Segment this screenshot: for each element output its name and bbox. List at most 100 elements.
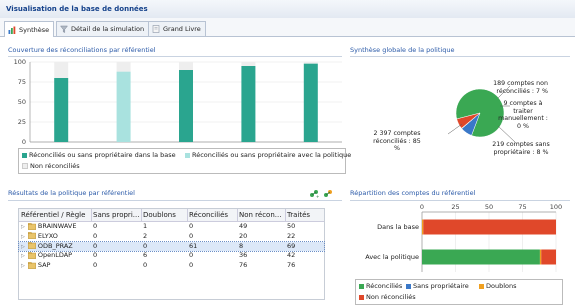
row-name: ODB_PRAZ	[37, 241, 73, 250]
table-body: ▷ BRAINWAVE 0 1 0 49 50 ▷ ELYXO 0 2 0 20 22 ▷ ODB_PRAZ 0…	[18, 222, 325, 298]
repartition-bar-segment[interactable]	[422, 219, 424, 235]
column-header-traites[interactable]: Traités	[285, 209, 325, 221]
coverage-bar-segment[interactable]	[303, 63, 318, 142]
row-value-cell: 0	[93, 241, 98, 250]
legend-item: Doublons	[479, 282, 517, 290]
row-name: ELYXO	[37, 231, 58, 240]
row-value-cell: 61	[189, 241, 198, 250]
coverage-bar-segment[interactable]	[179, 70, 193, 142]
folder-icon	[27, 261, 36, 269]
table-header: Référentiel / Règle Sans propri... Doubl…	[19, 209, 324, 222]
tab-synthese[interactable]: Synthèse	[4, 21, 55, 37]
collapse-all-icon[interactable]	[323, 188, 333, 198]
legend-label: Réconciliés ou sans propriétaire avec la…	[192, 151, 352, 159]
row-value-cell: 0	[93, 231, 98, 240]
row-value-cell: 76	[239, 261, 248, 270]
coverage-bar-segment[interactable]	[241, 66, 256, 142]
repartition-bar-segment[interactable]	[423, 219, 556, 235]
tab-label: Détail de la simulation	[71, 25, 145, 33]
repartition-legend: Réconciliés Sans propriétaire Doublons N…	[355, 279, 563, 305]
legend-swatch	[406, 283, 411, 289]
window-title-bar: Visualisation de la base de données	[0, 0, 575, 19]
coverage-title: Couverture des réconciliations par référ…	[8, 46, 156, 54]
tab-label: Grand Livre	[163, 25, 201, 33]
column-header-reconcilies[interactable]: Réconciliés	[187, 209, 238, 221]
x-tick-label: 25	[451, 203, 459, 211]
repartition-bar-chart: 0 25 50 75 100 Dans la base Avec la politique	[365, 203, 562, 272]
legend-label: Non réconciliés	[30, 162, 80, 170]
legend-item: Réconciliés ou sans propriétaire avec la…	[185, 151, 351, 159]
repartition-bar-segment[interactable]	[541, 249, 556, 265]
column-header-non-reconcilies[interactable]: Non récon...	[237, 209, 286, 221]
coverage-bar-segment[interactable]	[303, 62, 318, 64]
repartition-divider	[350, 200, 570, 201]
row-name: OpenLDAP	[37, 251, 73, 260]
expand-arrow-icon[interactable]: ▷	[21, 263, 25, 269]
pie-leader-line	[447, 123, 463, 135]
row-value-cell: 49	[239, 222, 248, 230]
column-header-doublons[interactable]: Doublons	[141, 209, 188, 221]
legend-swatch	[185, 152, 190, 158]
row-value-cell: 0	[93, 222, 98, 230]
row-value-cell: 2	[143, 231, 148, 240]
row-value-cell: 0	[93, 251, 98, 260]
tab-label: Synthèse	[19, 25, 50, 34]
legend-item: Réconciliés ou sans propriétaire dans la…	[22, 151, 176, 159]
legend-label: Réconciliés ou sans propriétaire dans la…	[29, 151, 176, 159]
repartition-bar-segment[interactable]	[422, 249, 540, 265]
coverage-bar-segment[interactable]	[116, 71, 131, 142]
row-value-cell: 0	[143, 261, 148, 270]
row-value-cell: 0	[143, 241, 148, 250]
coverage-divider	[8, 56, 342, 57]
table-row[interactable]: ▷ ODB_PRAZ 0 0 61 8 69	[18, 240, 325, 253]
results-title: Résultats de la politique par référentie…	[8, 189, 135, 197]
row-value-cell: 76	[287, 261, 296, 270]
expand-arrow-icon[interactable]: ▷	[21, 234, 25, 240]
column-header-sans-proprietaire[interactable]: Sans propri...	[91, 209, 142, 221]
tab-grand-livre[interactable]: Grand Livre	[148, 21, 206, 36]
legend-swatch	[479, 283, 484, 289]
legend-label: Sans propriétaire	[413, 282, 469, 290]
pie-label-no-owner: 219 comptes sans propriétaire : 8 %	[492, 141, 550, 156]
row-value-cell: 1	[143, 222, 148, 230]
column-header-referentiel[interactable]: Référentiel / Règle	[19, 209, 92, 221]
legend-item: Sans propriétaire	[406, 282, 469, 290]
row-value-cell: 0	[189, 231, 194, 240]
y-tick-label: 75	[18, 78, 26, 86]
expand-arrow-icon[interactable]: ▷	[21, 224, 25, 230]
results-table: Référentiel / Règle Sans propri... Doubl…	[18, 208, 325, 300]
coverage-bar-segment[interactable]	[54, 62, 69, 78]
expand-arrow-icon[interactable]: ▷	[21, 253, 25, 259]
synthesis-title: Synthèse globale de la politique	[350, 46, 455, 54]
x-tick-label: 75	[518, 203, 526, 211]
x-tick-label: 50	[485, 203, 493, 211]
coverage-bar-segment[interactable]	[179, 62, 193, 70]
svg-text:+: +	[316, 194, 319, 198]
folder-icon	[27, 222, 36, 230]
y-tick-label: 25	[18, 118, 26, 126]
table-row[interactable]: ▷ OpenLDAP 0 6 0 36 42	[19, 251, 324, 261]
tab-detail-simulation[interactable]: Détail de la simulation	[56, 21, 150, 36]
legend-label: Doublons	[486, 282, 517, 290]
table-row[interactable]: ▷ ELYXO 0 2 0 20 22	[19, 232, 324, 242]
coverage-bar-segment[interactable]	[54, 78, 69, 142]
expand-arrow-icon[interactable]: ▷	[21, 244, 25, 250]
table-row[interactable]: ▷ SAP 0 0 0 76 76	[19, 261, 324, 271]
row-value-cell: 8	[239, 241, 244, 250]
results-divider	[8, 200, 342, 201]
bar-chart-icon	[8, 26, 16, 34]
row-value-cell: 0	[93, 261, 98, 270]
legend-item: Non réconciliés	[359, 293, 416, 301]
legend-item: Réconciliés	[359, 282, 402, 290]
expand-all-icon[interactable]: +	[309, 188, 319, 198]
folder-icon	[27, 232, 36, 240]
row-value-cell: 42	[287, 251, 296, 260]
y-tick-label: 100	[14, 58, 26, 66]
repartition-bar-segment[interactable]	[539, 249, 542, 265]
legend-swatch	[359, 294, 364, 300]
legend-label: Non réconciliés	[366, 293, 416, 301]
table-row[interactable]: ▷ BRAINWAVE 0 1 0 49 50	[19, 222, 324, 232]
legend-item: Non réconciliés	[22, 162, 80, 170]
coverage-bar-segment[interactable]	[116, 62, 131, 72]
coverage-bar-segment[interactable]	[241, 62, 256, 66]
